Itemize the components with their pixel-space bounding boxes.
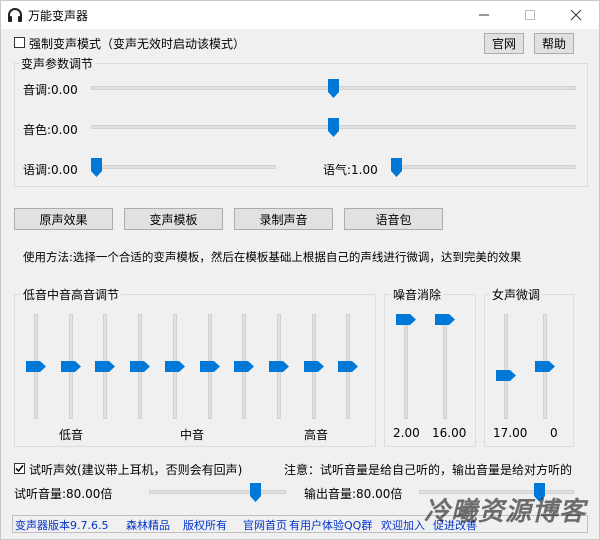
close-button[interactable] bbox=[553, 1, 599, 29]
timbre-slider-thumb[interactable] bbox=[328, 118, 339, 137]
breath-slider-track[interactable] bbox=[391, 165, 576, 169]
voice-pack-button[interactable]: 语音包 bbox=[344, 208, 443, 230]
footer-join[interactable]: 欢迎加入 bbox=[381, 517, 425, 533]
footer-homepage-link[interactable]: 官网首页 bbox=[243, 517, 287, 533]
noise-slider-2-track[interactable] bbox=[443, 314, 447, 419]
noise-slider-1-track[interactable] bbox=[404, 314, 408, 419]
volume-note: 注意：试听音量是给自己听的，输出音量是给对方听的 bbox=[284, 463, 573, 477]
noise-value-1: 2.00 bbox=[393, 426, 420, 440]
eq-slider-9-thumb[interactable] bbox=[303, 361, 324, 372]
eq-slider-3-thumb[interactable] bbox=[95, 361, 116, 372]
female-value-1: 17.00 bbox=[493, 426, 528, 440]
pitch-label: 音调:0.00 bbox=[23, 83, 78, 97]
record-voice-button[interactable]: 录制声音 bbox=[234, 208, 333, 230]
tone-slider-thumb[interactable] bbox=[91, 158, 102, 177]
eq-slider-1-thumb[interactable] bbox=[26, 361, 46, 372]
noise-slider-1-thumb[interactable] bbox=[396, 314, 416, 325]
breath-label: 语气:1.00 bbox=[323, 163, 378, 177]
close-icon bbox=[570, 9, 582, 21]
female-slider-2-thumb[interactable] bbox=[535, 361, 555, 372]
listen-volume-label: 试听音量:80.00倍 bbox=[14, 487, 113, 501]
eq-slider-4-thumb[interactable] bbox=[130, 361, 151, 372]
monitor-checkbox[interactable] bbox=[14, 463, 25, 474]
minimize-button[interactable] bbox=[461, 1, 507, 29]
eq-slider-8-thumb[interactable] bbox=[268, 361, 289, 372]
pitch-slider-thumb[interactable] bbox=[328, 79, 339, 98]
eq-title: 低音中音高音调节 bbox=[21, 286, 122, 303]
timbre-label: 音色:0.00 bbox=[23, 123, 78, 137]
female-voice-title: 女声微调 bbox=[490, 286, 543, 303]
checkmark-icon bbox=[15, 465, 24, 473]
listen-volume-thumb[interactable] bbox=[249, 483, 261, 502]
female-slider-1-thumb[interactable] bbox=[496, 370, 516, 382]
maximize-button[interactable] bbox=[507, 1, 553, 29]
footer-rights: 版权所有 bbox=[183, 519, 227, 532]
tone-slider-track[interactable] bbox=[91, 165, 276, 169]
noise-slider-2-thumb[interactable] bbox=[435, 314, 455, 325]
voice-templates-button[interactable]: 变声模板 bbox=[124, 208, 223, 230]
usage-instructions: 使用方法:选择一个合适的变声模板，然后在模板基础上根据自己的声线进行微调，达到完… bbox=[23, 250, 522, 264]
eq-high-label: 高音 bbox=[304, 428, 329, 442]
footer-version: 变声器版本9.7.6.5 bbox=[15, 519, 109, 532]
watermark-text: 冷曦资源博客 bbox=[424, 497, 587, 527]
breath-slider-thumb[interactable] bbox=[391, 158, 402, 177]
window-title: 万能变声器 bbox=[28, 9, 89, 23]
main-window: 万能变声器 强制变声模式（变声无效时启动该模式） 官网 帮助 变声参数调节 音调… bbox=[0, 0, 600, 540]
official-site-button[interactable]: 官网 bbox=[484, 33, 524, 54]
minimize-icon bbox=[479, 14, 489, 16]
tone-label: 语调:0.00 bbox=[23, 163, 78, 177]
noise-value-2: 16.00 bbox=[432, 426, 467, 440]
title-bar: 万能变声器 bbox=[1, 1, 599, 29]
original-voice-button[interactable]: 原声效果 bbox=[14, 208, 113, 230]
output-volume-label: 输出音量:80.00倍 bbox=[304, 487, 403, 501]
female-value-2: 0 bbox=[550, 426, 558, 440]
monitor-checkbox-label: 试听声效(建议带上耳机，否则会有回声) bbox=[29, 463, 243, 477]
eq-slider-5-thumb[interactable] bbox=[164, 361, 185, 372]
listen-volume-track[interactable] bbox=[149, 490, 286, 494]
footer-qq-group-link[interactable]: 有用户体验QQ群 bbox=[289, 517, 372, 533]
eq-slider-2-thumb[interactable] bbox=[60, 361, 81, 372]
eq-low-label: 低音 bbox=[59, 428, 84, 442]
force-mode-label: 强制变声模式（变声无效时启动该模式） bbox=[29, 37, 246, 51]
maximize-icon bbox=[525, 10, 535, 20]
headphones-icon bbox=[8, 8, 22, 22]
eq-slider-6-thumb[interactable] bbox=[199, 361, 220, 372]
force-mode-checkbox[interactable] bbox=[14, 37, 25, 48]
eq-mid-label: 中音 bbox=[180, 428, 205, 442]
eq-slider-7-thumb[interactable] bbox=[234, 361, 255, 372]
eq-slider-10-thumb[interactable] bbox=[338, 361, 359, 372]
footer-brand-link[interactable]: 森林精品 bbox=[126, 517, 170, 533]
female-slider-1-track[interactable] bbox=[504, 314, 508, 419]
help-button[interactable]: 帮助 bbox=[534, 33, 574, 54]
noise-title: 噪音消除 bbox=[391, 286, 444, 303]
voice-params-title: 变声参数调节 bbox=[19, 55, 96, 72]
